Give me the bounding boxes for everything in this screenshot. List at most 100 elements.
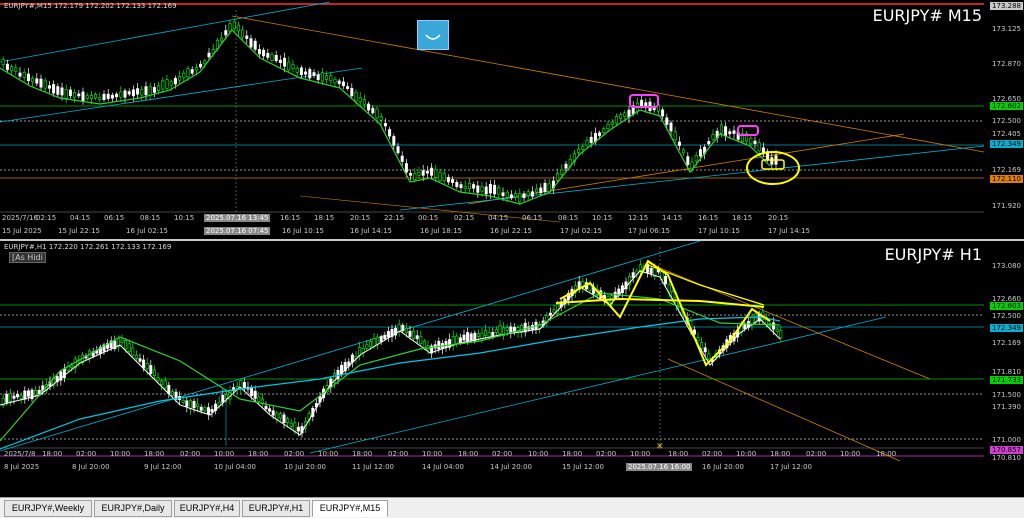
indicator-badge[interactable]: [As Hidi	[9, 252, 46, 263]
candle	[316, 74, 320, 80]
candle	[131, 89, 135, 97]
candle	[383, 334, 387, 340]
time-label: 18:00	[668, 450, 689, 458]
time-label: 18:00	[562, 450, 583, 458]
candle	[623, 112, 627, 118]
candle	[458, 337, 462, 343]
candle	[120, 339, 124, 343]
tab-weekly[interactable]: EURJPY#,Weekly	[4, 500, 92, 517]
candle	[564, 163, 568, 169]
candle	[494, 329, 498, 333]
time-label: 18:15	[314, 214, 335, 222]
time-marker-icon: ✕	[656, 442, 664, 452]
time-label: 18:00	[458, 450, 479, 458]
candle	[19, 395, 23, 399]
candle	[664, 275, 668, 285]
candle	[362, 99, 366, 105]
candle	[165, 79, 169, 89]
candle	[488, 183, 492, 194]
tab-daily[interactable]: EURJPY#,Daily	[94, 500, 172, 517]
price-label: 172.870	[992, 60, 1021, 68]
time-label: 2025.07.16 16:00	[626, 463, 693, 471]
time-label: 17 Jul 12:00	[770, 463, 812, 471]
time-label: 20:15	[350, 214, 371, 222]
candle	[757, 142, 761, 152]
h1-symbol-label: EURJPY# H1	[884, 245, 982, 264]
candle	[640, 99, 644, 107]
candle	[480, 332, 484, 339]
price-label: 172.405	[992, 130, 1021, 138]
candle	[241, 29, 245, 38]
time-label: 02:00	[284, 450, 305, 458]
m15-price-axis[interactable]: 173.288 173.125 172.870 172.650 172.602 172.5…	[984, 0, 1024, 240]
time-label: 14 Jul 20:00	[490, 463, 532, 471]
m15-chart-canvas[interactable]	[0, 0, 984, 240]
candle	[47, 85, 51, 89]
candle	[163, 380, 167, 389]
candle	[127, 343, 131, 352]
candle	[467, 182, 471, 190]
candle	[610, 121, 614, 125]
candle	[245, 35, 249, 39]
h1-price-axis[interactable]: 173.080 172.660 172.603 172.500 172.349 172.1…	[984, 241, 1024, 497]
m15-chart[interactable]: EURJPY#,M15 172.179 172.202 172.133 172.…	[0, 0, 1024, 240]
time-label: 10:00	[214, 450, 235, 458]
candle	[396, 146, 400, 154]
candle	[361, 347, 365, 353]
candle	[667, 284, 671, 293]
tab-h4[interactable]: EURJPY#,H4	[174, 500, 240, 517]
candle	[8, 393, 12, 402]
candle	[68, 89, 72, 97]
candle	[287, 61, 291, 71]
candle	[242, 382, 246, 388]
candle	[383, 123, 387, 127]
tab-m15[interactable]: EURJPY#,M15	[312, 500, 388, 517]
candle	[181, 399, 185, 403]
candle	[354, 91, 358, 102]
candle	[408, 330, 412, 337]
time-label: 02:15	[36, 214, 57, 222]
candle	[206, 407, 210, 415]
candle	[131, 347, 135, 356]
time-label: 06:15	[104, 214, 125, 222]
candle	[682, 149, 686, 154]
candle	[278, 59, 282, 64]
candle	[89, 95, 93, 99]
candle	[152, 87, 156, 93]
candle	[123, 90, 127, 98]
candle	[22, 72, 26, 78]
candle	[392, 136, 396, 146]
candle	[190, 69, 194, 74]
time-label: 16:15	[698, 214, 719, 222]
candle	[673, 131, 677, 141]
candle	[136, 88, 140, 95]
candle	[770, 157, 774, 165]
time-label: 10 Jul 20:00	[284, 463, 326, 471]
candle	[463, 185, 467, 190]
candle	[518, 193, 522, 203]
h1-chart-header: EURJPY#,H1 172.220 172.261 172.133 172.1…	[4, 243, 172, 251]
candle	[459, 184, 463, 189]
candle	[270, 54, 274, 61]
candle	[476, 333, 480, 337]
candle	[711, 134, 715, 140]
candle	[589, 136, 593, 143]
candle	[134, 354, 138, 359]
time-label: 10:15	[174, 214, 195, 222]
candle	[606, 124, 610, 130]
candle	[703, 347, 707, 353]
h1-chart[interactable]: ✕ EURJPY#,H1 172.220 172.261 172.133 172…	[0, 241, 1024, 497]
price-label: 173.288	[990, 2, 1023, 10]
candle	[194, 67, 198, 71]
candle	[341, 81, 345, 87]
candle	[425, 170, 429, 174]
candle	[286, 418, 290, 424]
time-label: 17 Jul 14:15	[768, 227, 810, 235]
price-label: 170.857	[990, 446, 1023, 454]
candle	[148, 86, 152, 96]
candle	[358, 97, 362, 103]
tab-h1[interactable]: EURJPY#,H1	[242, 500, 310, 517]
candle	[142, 359, 146, 369]
h1-chart-canvas[interactable]: ✕	[0, 241, 984, 497]
candle	[14, 67, 18, 72]
